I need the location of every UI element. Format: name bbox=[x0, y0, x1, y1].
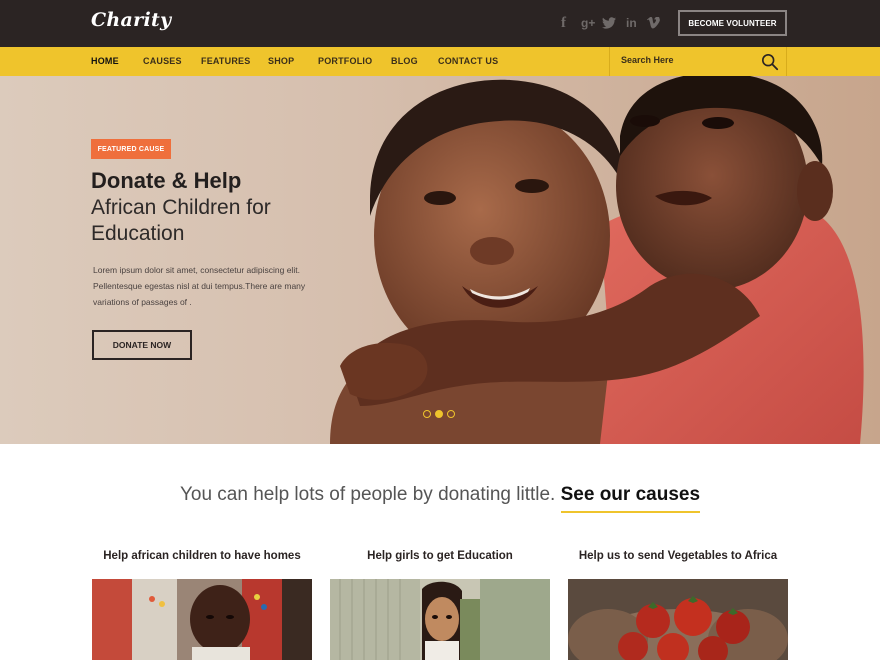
hero-children-photo bbox=[0, 76, 880, 444]
linkedin-icon[interactable]: in bbox=[626, 13, 637, 33]
donate-now-button[interactable]: DONATE NOW bbox=[92, 330, 192, 360]
site-logo[interactable]: Charity bbox=[91, 9, 171, 31]
nav-contact-us[interactable]: CONTACT US bbox=[438, 56, 498, 66]
hero-title: Donate & Help bbox=[91, 168, 242, 193]
top-bar: Charity f g+ in BECOME VOLUNTEER bbox=[0, 0, 880, 47]
search-icon[interactable] bbox=[761, 53, 779, 71]
slider-dot-3[interactable] bbox=[447, 410, 455, 418]
slider-dot-1[interactable] bbox=[423, 410, 431, 418]
featured-cause-badge: FEATURED CAUSE bbox=[91, 139, 171, 159]
vimeo-icon[interactable] bbox=[647, 13, 660, 33]
hero-description: Lorem ipsum dolor sit amet, consectetur … bbox=[93, 265, 306, 307]
nav-shop[interactable]: SHOP bbox=[268, 56, 294, 66]
become-volunteer-button[interactable]: BECOME VOLUNTEER bbox=[678, 10, 787, 36]
see-our-causes-link[interactable]: See our causes bbox=[560, 484, 701, 513]
hero-subtitle-line1: African Children for bbox=[91, 196, 271, 219]
facebook-icon[interactable]: f bbox=[561, 13, 566, 33]
search-input[interactable] bbox=[621, 55, 741, 65]
cause-image-education[interactable] bbox=[330, 579, 550, 660]
cause-image-vegetables[interactable] bbox=[568, 579, 788, 660]
cause-title-homes[interactable]: Help african children to have homes bbox=[92, 550, 312, 562]
google-plus-icon[interactable]: g+ bbox=[581, 13, 595, 33]
nav-features[interactable]: FEATURES bbox=[201, 56, 250, 66]
search-box bbox=[609, 47, 787, 76]
slider-dots bbox=[423, 410, 455, 418]
cause-image-homes[interactable] bbox=[92, 579, 312, 660]
slider-dot-2[interactable] bbox=[435, 410, 443, 418]
nav-causes[interactable]: CAUSES bbox=[143, 56, 182, 66]
causes-intro: You can help lots of people by donating … bbox=[0, 484, 880, 513]
cause-title-vegetables[interactable]: Help us to send Vegetables to Africa bbox=[568, 550, 788, 562]
hero-subtitle-line2: Education bbox=[91, 222, 185, 245]
twitter-icon[interactable] bbox=[602, 13, 616, 33]
nav-portfolio[interactable]: PORTFOLIO bbox=[318, 56, 372, 66]
nav-blog[interactable]: BLOG bbox=[391, 56, 418, 66]
cause-title-education[interactable]: Help girls to get Education bbox=[330, 550, 550, 562]
hero-slider: FEATURED CAUSE Donate & Help African Chi… bbox=[0, 76, 880, 444]
nav-home[interactable]: HOME bbox=[91, 56, 119, 66]
causes-lead-text: You can help lots of people by donating … bbox=[179, 484, 556, 505]
